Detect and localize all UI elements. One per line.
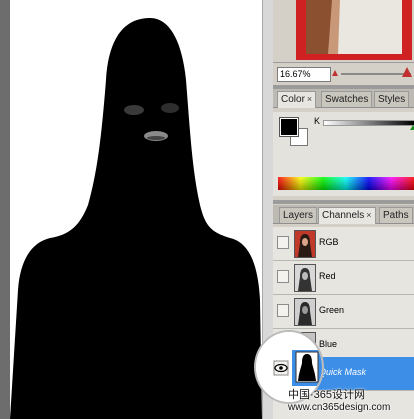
channel-label: RGB <box>319 237 339 247</box>
tab-swatches-label: Swatches <box>325 94 369 105</box>
channel-thumbnail <box>294 298 316 326</box>
channel-thumbnail <box>294 264 316 292</box>
eye-icon <box>273 360 289 376</box>
visibility-toggle[interactable] <box>277 236 289 249</box>
channel-label: Quick Mask <box>319 367 367 377</box>
zoom-out-icon[interactable] <box>331 68 339 78</box>
navigator-preview[interactable] <box>296 0 412 60</box>
visibility-toggle[interactable] <box>277 304 289 317</box>
document-window <box>0 0 273 419</box>
close-icon[interactable]: × <box>366 210 371 220</box>
zoom-in-icon[interactable] <box>401 66 413 78</box>
tab-paths[interactable]: Paths <box>379 207 413 223</box>
color-panel: K <box>273 112 414 196</box>
close-icon[interactable]: × <box>307 94 312 104</box>
navigator-zoom-bar: 16.67% <box>273 62 414 85</box>
color-spectrum[interactable] <box>278 177 414 190</box>
zoom-field[interactable]: 16.67% <box>277 67 331 82</box>
k-slider[interactable] <box>323 120 414 126</box>
k-slider-label: K <box>314 116 321 126</box>
channel-label: Red <box>319 271 336 281</box>
tab-paths-label: Paths <box>383 210 409 221</box>
channel-label: Green <box>319 305 345 315</box>
tab-layers[interactable]: Layers <box>279 207 318 223</box>
visibility-toggle[interactable] <box>277 270 289 283</box>
canvas[interactable] <box>10 0 262 419</box>
foreground-color-swatch[interactable] <box>279 117 299 137</box>
watermark-url: www.cn365design.com <box>288 402 391 413</box>
channel-row-red[interactable]: Red <box>273 261 414 295</box>
tab-color-label: Color <box>281 94 305 105</box>
channel-thumbnail <box>294 230 316 258</box>
channel-row-rgb[interactable]: RGB <box>273 227 414 261</box>
quick-mask-silhouette <box>10 0 262 419</box>
tab-styles-label: Styles <box>378 94 406 105</box>
channels-panel-tabs: Layers Channels × Paths <box>273 205 414 224</box>
slider-marker-icon[interactable] <box>410 125 414 130</box>
panel-divider <box>273 200 414 204</box>
tab-channels[interactable]: Channels × <box>318 207 376 224</box>
tab-color[interactable]: Color × <box>277 91 317 108</box>
navigator-thumbnail <box>306 0 402 54</box>
tab-swatches[interactable]: Swatches <box>321 91 373 107</box>
color-panel-tabs: Color × Swatches Styles <box>273 89 414 108</box>
tab-styles[interactable]: Styles <box>374 91 410 107</box>
channel-label: Blue <box>319 339 338 349</box>
channel-row-green[interactable]: Green <box>273 295 414 329</box>
tab-channels-label: Channels <box>322 210 365 221</box>
watermark-title: 中国·365设计网 <box>288 389 366 401</box>
tab-layers-label: Layers <box>283 210 314 221</box>
